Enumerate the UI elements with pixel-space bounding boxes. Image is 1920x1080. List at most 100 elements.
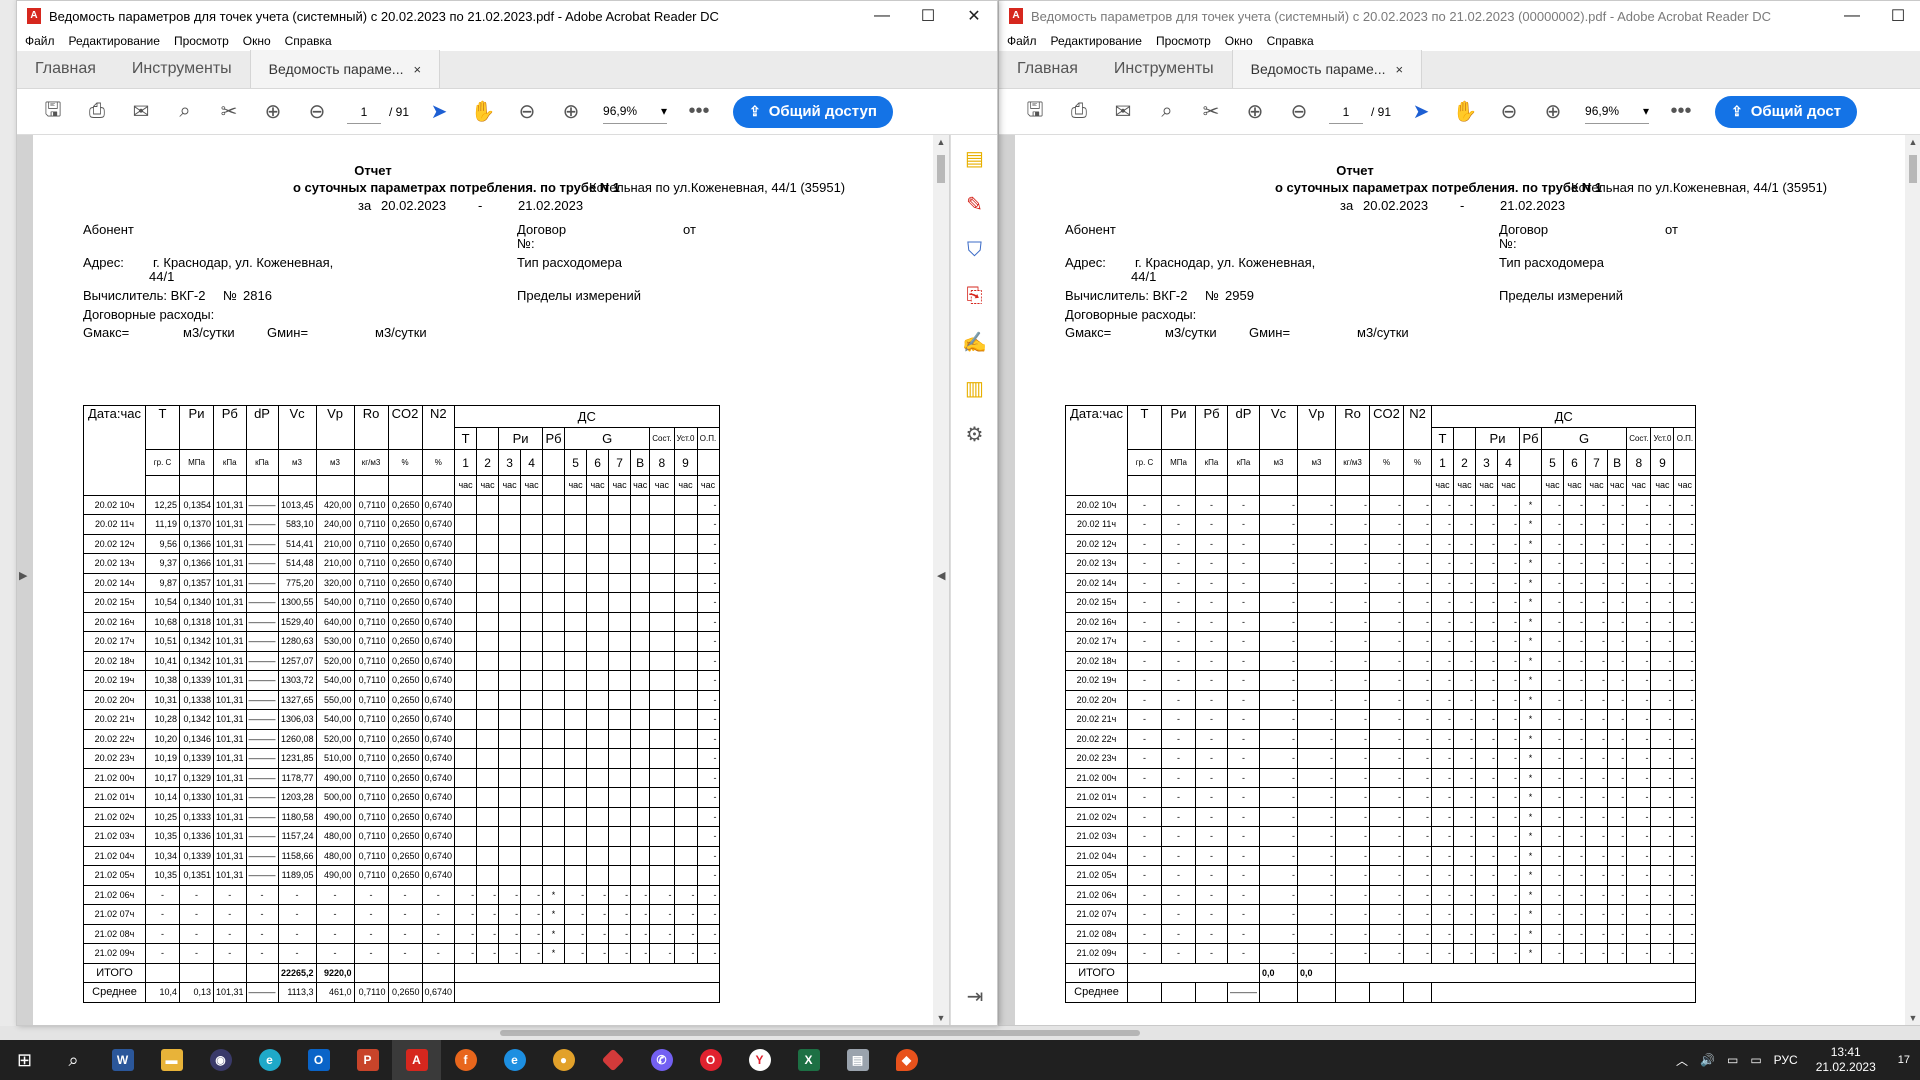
- page-up-icon[interactable]: ⊕: [251, 94, 295, 130]
- zoom-select[interactable]: 96,9% ▾: [603, 100, 668, 124]
- scroll-thumb[interactable]: [937, 155, 945, 183]
- select-tool-icon[interactable]: ➤: [1399, 94, 1443, 130]
- tray-chevron-icon[interactable]: ︿: [1676, 1052, 1688, 1069]
- zoom-out-icon[interactable]: ⊖: [1487, 94, 1531, 130]
- minimize-button[interactable]: —: [859, 1, 905, 31]
- protect-icon[interactable]: ⛉: [951, 227, 997, 273]
- menu-view[interactable]: Просмотр: [174, 34, 229, 48]
- menu-file[interactable]: Файл: [25, 34, 55, 48]
- powerpoint-icon[interactable]: P: [343, 1040, 392, 1080]
- menu-edit[interactable]: Редактирование: [69, 34, 160, 48]
- comment-icon[interactable]: ▤: [951, 135, 997, 181]
- windows-start-icon[interactable]: ⊞: [0, 1040, 49, 1080]
- email-icon[interactable]: ✉: [119, 94, 163, 130]
- notifications-badge[interactable]: 17: [1898, 1054, 1910, 1066]
- vertical-scrollbar[interactable]: ▲ ▼: [1905, 135, 1920, 1025]
- chrome-icon[interactable]: ●: [539, 1040, 588, 1080]
- zoom-out-icon[interactable]: ⊖: [505, 94, 549, 130]
- outlook-icon[interactable]: O: [294, 1040, 343, 1080]
- search-icon[interactable]: ⌕: [163, 94, 207, 130]
- network-icon[interactable]: ▭: [1727, 1053, 1738, 1067]
- maximize-button[interactable]: ☐: [1875, 1, 1920, 31]
- search-icon[interactable]: ⌕: [1145, 94, 1189, 130]
- close-button[interactable]: ✕: [951, 1, 997, 31]
- share-button[interactable]: ⇪ Общий дост: [1715, 95, 1858, 128]
- hand-tool-icon[interactable]: ✋: [1443, 94, 1487, 130]
- page-up-icon[interactable]: ⊕: [1233, 94, 1277, 130]
- menu-edit[interactable]: Редактирование: [1051, 34, 1142, 48]
- diamond-app-icon[interactable]: [588, 1040, 637, 1080]
- tab-tools[interactable]: Инструменты: [1096, 50, 1232, 88]
- export-pdf-icon[interactable]: ⎘: [951, 273, 997, 319]
- internet-explorer-icon[interactable]: e: [490, 1040, 539, 1080]
- tab-document[interactable]: Ведомость параме... ×: [1231, 50, 1423, 88]
- scroll-up-icon[interactable]: ▲: [1905, 137, 1920, 147]
- tab-close-icon[interactable]: ×: [1395, 62, 1403, 77]
- menu-window[interactable]: Окно: [243, 34, 271, 48]
- page-down-icon[interactable]: ⊖: [295, 94, 339, 130]
- menu-help[interactable]: Справка: [1267, 34, 1314, 48]
- save-icon[interactable]: 🖫: [31, 94, 75, 130]
- firefox-icon[interactable]: f: [441, 1040, 490, 1080]
- ds-cell: [649, 553, 675, 574]
- organize-pages-icon[interactable]: ▥: [951, 365, 997, 411]
- horizontal-scrollbar[interactable]: [0, 1026, 1920, 1040]
- more-tools-wrench-icon[interactable]: ⚙: [951, 411, 997, 457]
- language-indicator[interactable]: РУС: [1774, 1053, 1798, 1067]
- clock[interactable]: 13:41 21.02.2023: [1816, 1045, 1876, 1075]
- left-panel-toggle-icon[interactable]: ▶: [19, 569, 27, 582]
- scroll-down-icon[interactable]: ▼: [1905, 1013, 1920, 1023]
- yandex-icon[interactable]: Y: [735, 1040, 784, 1080]
- tab-close-icon[interactable]: ×: [413, 62, 421, 77]
- value-cell: -: [1297, 748, 1336, 769]
- browser-icon[interactable]: ◉: [196, 1040, 245, 1080]
- cut-icon[interactable]: ✂: [207, 94, 251, 130]
- battery-icon[interactable]: ▭: [1750, 1053, 1761, 1067]
- right-panel-toggle-icon[interactable]: ◀: [937, 569, 945, 582]
- share-button[interactable]: ⇪ Общий доступ: [733, 95, 893, 128]
- email-icon[interactable]: ✉: [1101, 94, 1145, 130]
- notes-icon[interactable]: ▤: [833, 1040, 882, 1080]
- search-icon[interactable]: ⌕: [49, 1040, 98, 1080]
- signature-icon[interactable]: ✍: [951, 319, 997, 365]
- scroll-down-icon[interactable]: ▼: [933, 1013, 949, 1023]
- more-tools-icon[interactable]: •••: [677, 94, 721, 130]
- minimize-button[interactable]: —: [1829, 1, 1875, 31]
- tab-home[interactable]: Главная: [999, 50, 1096, 88]
- maximize-button[interactable]: ☐: [905, 1, 951, 31]
- scroll-up-icon[interactable]: ▲: [933, 137, 949, 147]
- print-icon[interactable]: ⎙: [1057, 94, 1101, 130]
- save-icon[interactable]: 🖫: [1013, 94, 1057, 130]
- cut-icon[interactable]: ✂: [1189, 94, 1233, 130]
- menu-file[interactable]: Файл: [1007, 34, 1037, 48]
- horizontal-scroll-thumb[interactable]: [500, 1030, 1140, 1036]
- tab-home[interactable]: Главная: [17, 50, 114, 88]
- page-down-icon[interactable]: ⊖: [1277, 94, 1321, 130]
- print-icon[interactable]: ⎙: [75, 94, 119, 130]
- zoom-select[interactable]: 96,9% ▾: [1585, 100, 1650, 124]
- opera-icon[interactable]: O: [686, 1040, 735, 1080]
- menu-view[interactable]: Просмотр: [1156, 34, 1211, 48]
- collapse-panel-icon[interactable]: ⇥: [951, 973, 997, 1019]
- viber-icon[interactable]: ✆: [637, 1040, 686, 1080]
- edge-icon[interactable]: e: [245, 1040, 294, 1080]
- zoom-in-icon[interactable]: ⊕: [549, 94, 593, 130]
- file-explorer-icon[interactable]: ▬: [147, 1040, 196, 1080]
- more-tools-icon[interactable]: •••: [1659, 94, 1703, 130]
- hand-tool-icon[interactable]: ✋: [461, 94, 505, 130]
- tab-tools[interactable]: Инструменты: [114, 50, 250, 88]
- volume-icon[interactable]: 🔊: [1700, 1053, 1715, 1067]
- acrobat-taskbar-icon[interactable]: A: [392, 1040, 441, 1080]
- tab-document[interactable]: Ведомость параме... ×: [249, 50, 441, 88]
- excel-icon[interactable]: X: [784, 1040, 833, 1080]
- zoom-in-icon[interactable]: ⊕: [1531, 94, 1575, 130]
- scroll-thumb[interactable]: [1909, 155, 1917, 183]
- word-icon[interactable]: W: [98, 1040, 147, 1080]
- fill-sign-icon[interactable]: ✎: [951, 181, 997, 227]
- page-number-input[interactable]: 1: [1329, 100, 1363, 124]
- select-tool-icon[interactable]: ➤: [417, 94, 461, 130]
- menu-window[interactable]: Окно: [1225, 34, 1253, 48]
- page-number-input[interactable]: 1: [347, 100, 381, 124]
- menu-help[interactable]: Справка: [285, 34, 332, 48]
- drop-app-icon[interactable]: ◆: [882, 1040, 931, 1080]
